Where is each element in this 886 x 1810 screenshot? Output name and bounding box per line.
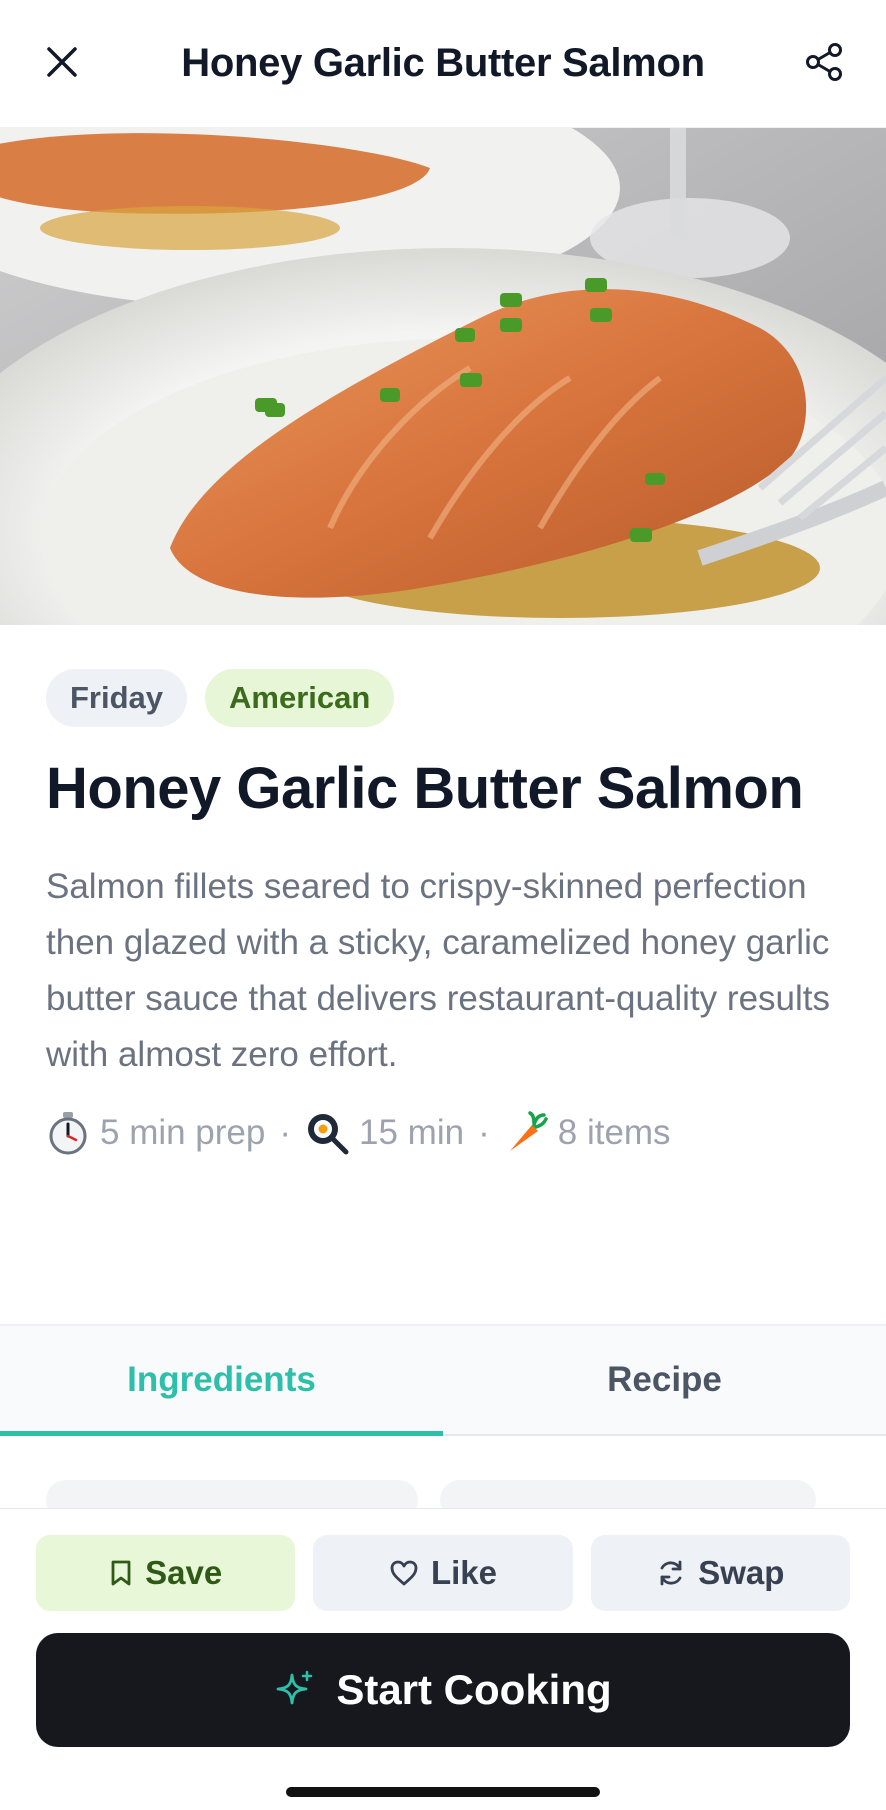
sparkle-icon — [276, 1670, 313, 1705]
save-label: Save — [145, 1554, 223, 1591]
swap-icon — [660, 1560, 682, 1586]
ingredient-cards-peek — [46, 1480, 816, 1520]
swap-button[interactable]: Swap — [590, 1535, 850, 1611]
share-icon — [806, 43, 842, 81]
cook-time: 15 min — [359, 1113, 465, 1152]
close-icon — [47, 47, 77, 77]
stopwatch-icon — [46, 1111, 90, 1155]
secondary-actions: Save Like Swap — [36, 1535, 850, 1611]
recipe-meta: 5 min prep · 15 min · 8 items — [46, 1105, 840, 1161]
tab-ingredients[interactable]: Ingredients — [0, 1326, 443, 1436]
header: Honey Garlic Butter Salmon — [0, 0, 886, 128]
recipe-title: Honey Garlic Butter Salmon — [46, 756, 804, 821]
recipe-details: Friday American Honey Garlic Butter Salm… — [0, 625, 886, 1161]
tab-recipe[interactable]: Recipe — [443, 1326, 886, 1434]
home-indicator — [286, 1787, 600, 1797]
close-button[interactable] — [40, 40, 84, 84]
recipe-description: Salmon fillets seared to crispy-skinned … — [46, 867, 830, 1074]
bottom-action-bar: Save Like Swap Start Cooking — [0, 1508, 886, 1810]
start-cooking-button[interactable]: Start Cooking — [36, 1633, 850, 1747]
start-cooking-label: Start Cooking — [336, 1666, 612, 1713]
like-button[interactable]: Like — [313, 1535, 573, 1611]
header-title: Honey Garlic Butter Salmon — [181, 41, 705, 85]
tab-bar: Ingredients Recipe — [0, 1324, 886, 1436]
hero-image — [0, 128, 886, 625]
share-button[interactable] — [802, 40, 846, 84]
like-label: Like — [430, 1554, 498, 1591]
carrot-icon — [504, 1111, 548, 1155]
prep-time: 5 min prep — [100, 1113, 266, 1152]
heart-icon — [390, 1560, 418, 1586]
cuisine-tag: American — [205, 669, 395, 727]
day-tag: Friday — [46, 669, 188, 727]
ingredient-count: 8 items — [557, 1113, 671, 1152]
bookmark-icon — [111, 1560, 131, 1586]
swap-label: Swap — [698, 1554, 785, 1591]
tags-row: Friday American — [46, 669, 840, 727]
save-button[interactable]: Save — [36, 1535, 296, 1611]
frying-pan-icon — [305, 1111, 349, 1155]
meta-separator: · — [279, 1113, 292, 1152]
meta-separator: · — [478, 1113, 490, 1152]
